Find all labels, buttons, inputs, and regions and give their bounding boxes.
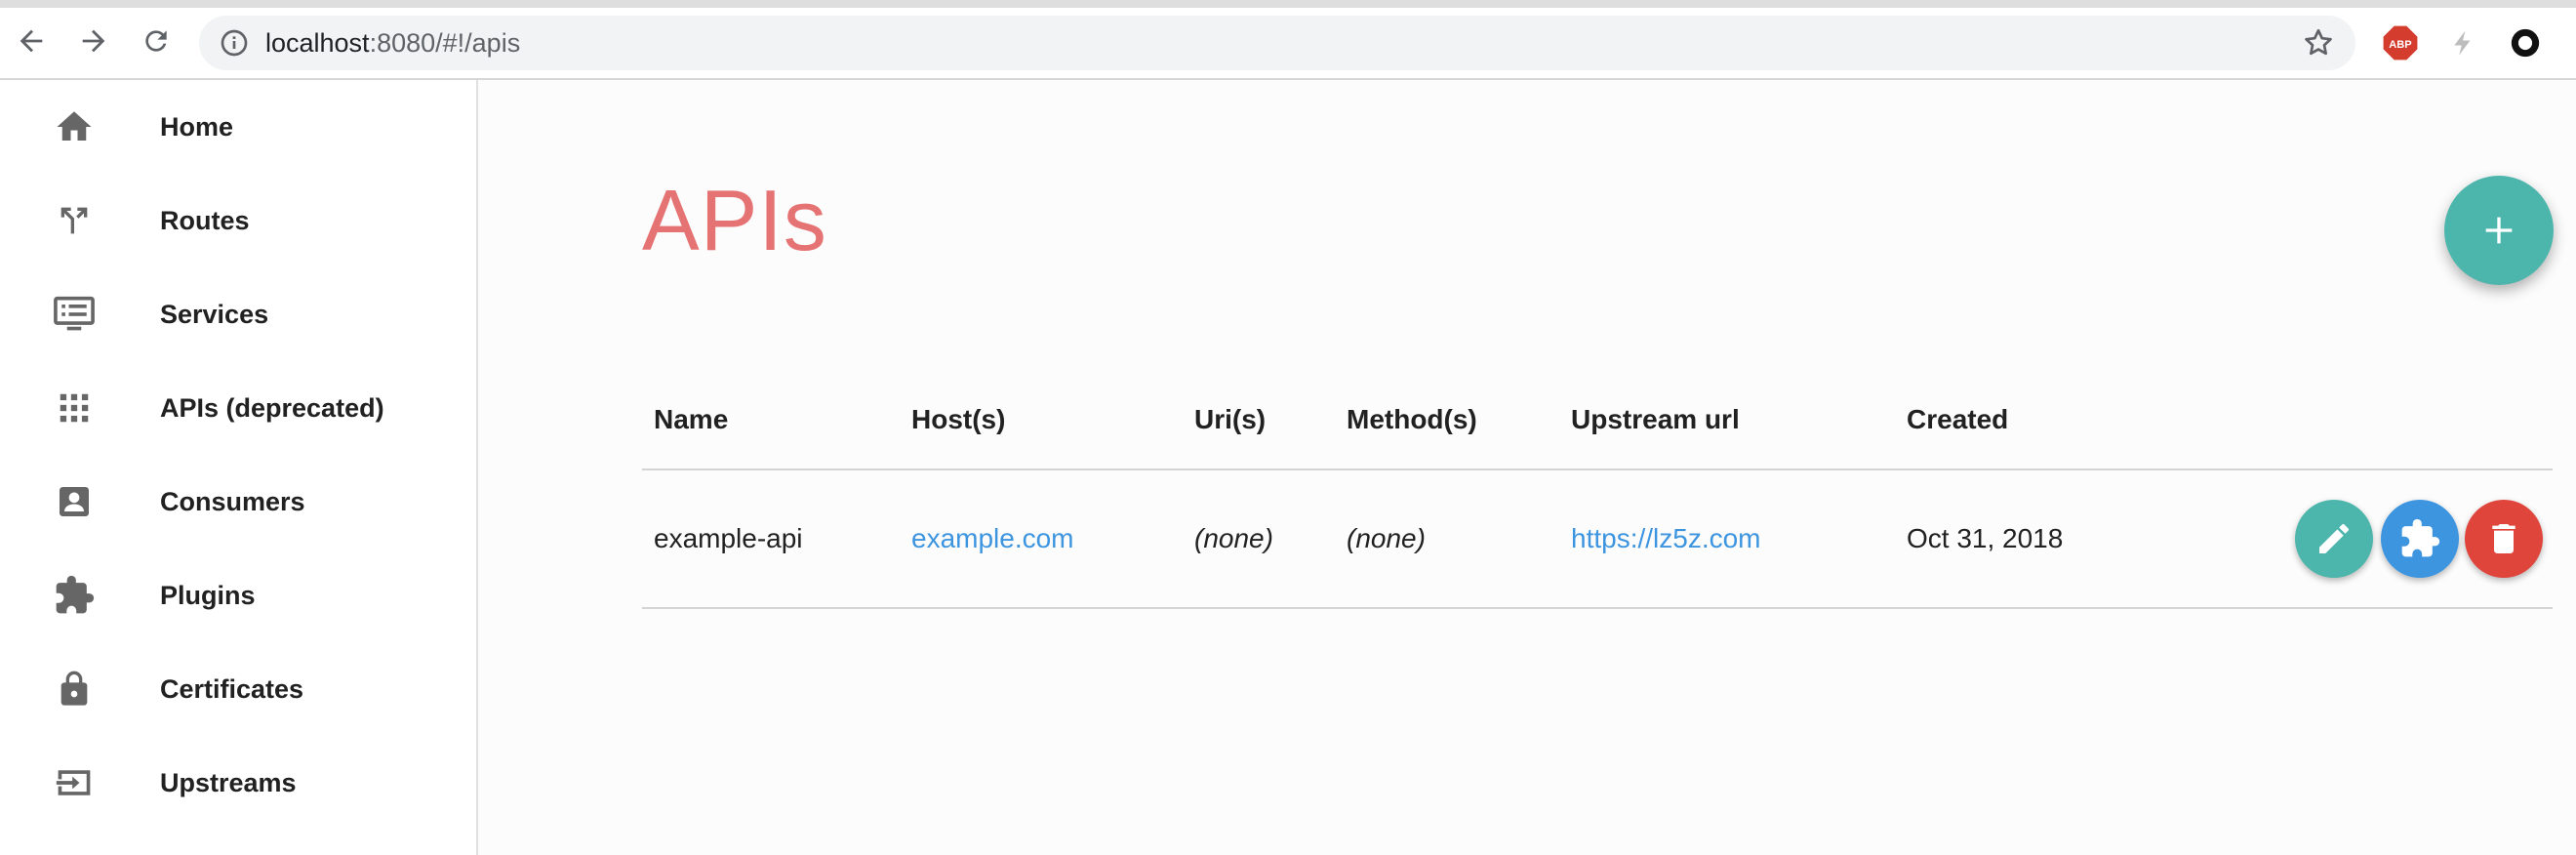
host-link[interactable]: example.com	[911, 519, 1074, 558]
column-header-name: Name	[654, 404, 729, 434]
table-row: example-api example.com (none) (none) ht…	[642, 470, 2553, 609]
plus-icon	[2485, 217, 2513, 244]
sidebar-item-certificates[interactable]: Certificates	[0, 642, 476, 736]
apis-table: Name Host(s) Uri(s) Method(s) Upstream u…	[642, 371, 2553, 609]
sidebar-item-label: Upstreams	[160, 768, 297, 797]
sidebar-item-upstreams[interactable]: Upstreams	[0, 736, 476, 830]
cell-uris: (none)	[1194, 523, 1273, 553]
sidebar-item-label: APIs (deprecated)	[160, 393, 384, 423]
sidebar: Home Routes Services APIs (deprecated) C…	[0, 80, 478, 855]
adblock-stop-icon: ABP	[2383, 25, 2418, 61]
sidebar-item-home[interactable]: Home	[0, 80, 476, 174]
adblock-label: ABP	[2389, 39, 2412, 51]
edit-button[interactable]	[2295, 500, 2373, 578]
adblock-extension-button[interactable]: ABP	[2381, 23, 2420, 62]
column-header-created: Created	[1907, 404, 2009, 434]
sidebar-item-label: Services	[160, 300, 269, 329]
sidebar-item-label: Home	[160, 112, 234, 142]
lightning-icon	[2454, 30, 2471, 56]
bookmark-star-icon[interactable]	[2301, 25, 2336, 61]
forward-button[interactable]	[70, 18, 117, 64]
puzzle-icon	[49, 575, 100, 616]
services-icon	[49, 294, 100, 335]
column-header-uris: Uri(s)	[1194, 404, 1267, 434]
reload-icon	[145, 30, 167, 52]
sidebar-item-plugins[interactable]: Plugins	[0, 549, 476, 642]
back-button[interactable]	[8, 18, 55, 64]
page-title: APIs	[642, 172, 827, 268]
sidebar-item-apis-deprecated[interactable]: APIs (deprecated)	[0, 361, 476, 455]
delete-button[interactable]	[2465, 500, 2543, 578]
puzzle-icon	[2401, 518, 2440, 557]
browser-toolbar: localhost:8080/#!/apis ABP	[0, 8, 2576, 80]
pencil-icon	[2319, 523, 2349, 553]
upstream-url-link[interactable]: https://lz5z.com	[1571, 519, 1761, 558]
lock-icon	[49, 669, 100, 710]
sidebar-item-label: Certificates	[160, 674, 304, 704]
sidebar-item-label: Consumers	[160, 487, 305, 516]
browser-top-strip	[0, 0, 2576, 8]
info-icon[interactable]	[219, 27, 250, 59]
circle-extension-button[interactable]	[2506, 23, 2545, 62]
sidebar-item-services[interactable]: Services	[0, 267, 476, 361]
url-host: localhost	[265, 28, 370, 58]
column-header-methods: Method(s)	[1347, 404, 1477, 434]
sidebar-item-consumers[interactable]: Consumers	[0, 455, 476, 549]
add-api-button[interactable]	[2444, 176, 2554, 285]
arrow-right-icon	[82, 29, 105, 53]
plugins-button[interactable]	[2381, 500, 2459, 578]
account-box-icon	[49, 481, 100, 522]
apps-grid-icon	[49, 387, 100, 428]
routes-icon	[49, 200, 100, 241]
column-header-hosts: Host(s)	[911, 404, 1006, 434]
reload-button[interactable]	[133, 18, 180, 64]
home-icon	[49, 106, 100, 147]
input-icon	[49, 762, 100, 803]
arrow-left-icon	[20, 29, 43, 53]
column-header-upstream-url: Upstream url	[1571, 404, 1740, 434]
sidebar-item-label: Routes	[160, 206, 250, 235]
url-text[interactable]: localhost:8080/#!/apis	[265, 27, 520, 59]
cell-created: Oct 31, 2018	[1907, 523, 2064, 553]
trash-icon	[2492, 524, 2516, 553]
ring-icon	[2511, 28, 2540, 58]
sidebar-item-label: Plugins	[160, 581, 256, 610]
url-path: :8080/#!/apis	[369, 28, 521, 58]
cell-methods: (none)	[1347, 523, 1426, 553]
lightning-extension-button[interactable]	[2443, 23, 2482, 62]
address-bar[interactable]: localhost:8080/#!/apis	[199, 16, 2355, 70]
sidebar-item-routes[interactable]: Routes	[0, 174, 476, 267]
cell-name: example-api	[654, 523, 803, 553]
table-header: Name Host(s) Uri(s) Method(s) Upstream u…	[642, 371, 2553, 470]
